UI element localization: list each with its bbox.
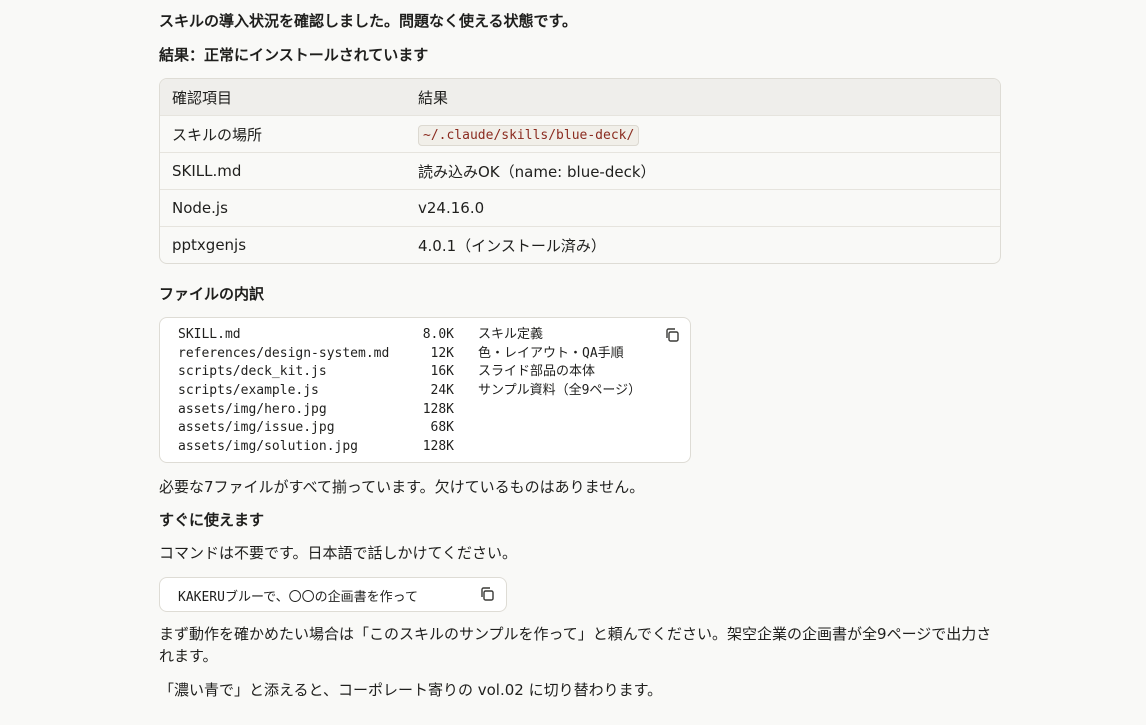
table-header-result: 結果 bbox=[418, 88, 449, 107]
files-heading: ファイルの内訳 bbox=[159, 285, 265, 303]
ready-text: コマンドは不要です。日本語で話しかけてください。 bbox=[159, 544, 518, 562]
files-note: 必要な7ファイルがすべて揃っています。欠けているものはありません。 bbox=[159, 478, 645, 496]
skill-path-code: ~/.claude/skills/blue-deck/ bbox=[418, 125, 640, 146]
copy-button[interactable] bbox=[664, 327, 682, 345]
file-line: assets/img/solution.jpg 128K bbox=[178, 439, 454, 455]
sample-text: まず動作を確かめたい場合は「このスキルのサンプルを作って」と頼んでください。架空… bbox=[159, 625, 992, 665]
copy-command-button[interactable] bbox=[479, 586, 497, 604]
table-cell: pptxgenjs bbox=[172, 236, 247, 254]
files-list: SKILL.md 8.0K スキル定義 references/design-syst… bbox=[178, 326, 641, 457]
files-code-block: SKILL.md 8.0K スキル定義 references/design-syst… bbox=[159, 317, 691, 463]
copy-icon bbox=[481, 587, 494, 601]
result-heading: 結果：正常にインストールされています bbox=[159, 46, 429, 64]
status-table: 確認項目 結果 スキルの場所 ~/.claude/skills/blue-dec… bbox=[159, 78, 1001, 264]
table-row: スキルの場所 ~/.claude/skills/blue-deck/ bbox=[160, 115, 1000, 152]
table-cell: 読み込みOK（name: blue-deck） bbox=[418, 162, 656, 181]
table-cell: スキルの場所 bbox=[172, 125, 263, 144]
file-line: SKILL.md 8.0K スキル定義 bbox=[178, 327, 544, 342]
copy-icon bbox=[666, 328, 679, 342]
intro-text: スキルの導入状況を確認しました。問題なく使える状態です。 bbox=[159, 12, 578, 30]
file-line: assets/img/hero.jpg 128K bbox=[178, 401, 454, 417]
table-row: SKILL.md 読み込みOK（name: blue-deck） bbox=[160, 152, 1000, 189]
table-cell: Node.js bbox=[172, 199, 228, 217]
file-line: references/design-system.md 12K 色・レイアウト・QA… bbox=[178, 345, 624, 361]
file-line: assets/img/issue.jpg 68K bbox=[178, 420, 454, 436]
table-cell: 4.0.1（インストール済み） bbox=[418, 236, 606, 255]
command-code-block: KAKERUブルーで、〇〇の企画書を作って bbox=[159, 577, 507, 612]
table-cell: SKILL.md bbox=[172, 162, 242, 180]
file-line: scripts/deck_kit.js 16K スライド部品の本体 bbox=[178, 364, 596, 380]
table-header-item: 確認項目 bbox=[172, 88, 233, 107]
table-row: pptxgenjs 4.0.1（インストール済み） bbox=[160, 226, 1000, 263]
table-header-row: 確認項目 結果 bbox=[160, 79, 1000, 115]
table-cell: v24.16.0 bbox=[418, 199, 485, 217]
command-text: KAKERUブルーで、〇〇の企画書を作って bbox=[178, 590, 419, 605]
ready-heading: すぐに使えます bbox=[159, 511, 265, 529]
file-line: scripts/example.js 24K サンプル資料（全9ページ） bbox=[178, 383, 642, 399]
table-row: Node.js v24.16.0 bbox=[160, 189, 1000, 226]
variant-text: 「濃い青で」と添えると、コーポレート寄りの vol.02 に切り替わります。 bbox=[159, 681, 663, 699]
